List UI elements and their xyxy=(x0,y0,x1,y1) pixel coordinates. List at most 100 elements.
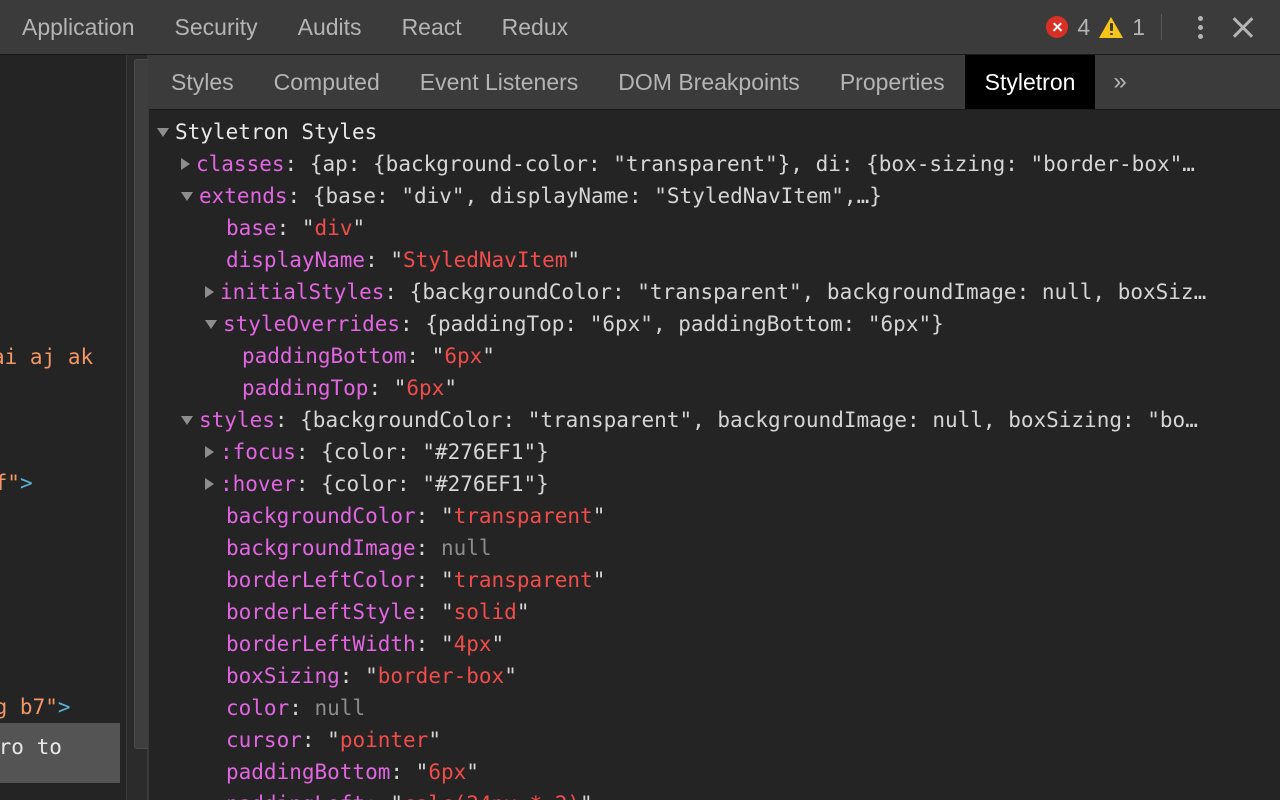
disclosure-triangle-closed-icon[interactable] xyxy=(181,158,190,170)
disclosure-triangle-closed-icon[interactable] xyxy=(205,446,214,458)
styletron-property-row[interactable]: classes: {ap: {background-color: "transp… xyxy=(149,148,1280,180)
disclosure-triangle-closed-icon[interactable] xyxy=(205,286,214,298)
value-quote: " xyxy=(440,504,454,528)
disclosure-triangle-closed-icon[interactable] xyxy=(205,478,214,490)
close-icon xyxy=(1230,14,1256,40)
styletron-property-row[interactable]: paddingTop: "6px" xyxy=(149,372,1280,404)
styletron-property-row[interactable]: styleOverrides: {paddingTop: "6px", padd… xyxy=(149,308,1280,340)
property-key: styleOverrides xyxy=(223,312,401,336)
kebab-dot xyxy=(1197,33,1203,39)
property-value-null: null xyxy=(440,536,492,560)
styletron-property-row[interactable]: paddingBottom: "6px" xyxy=(149,756,1280,788)
value-quote: " xyxy=(365,664,378,688)
styletron-property-row[interactable]: borderLeftWidth: "4px" xyxy=(149,628,1280,660)
property-object-preview: {backgroundColor: "transparent", backgro… xyxy=(409,280,1207,304)
property-key: initialStyles xyxy=(220,280,385,304)
styletron-property-row[interactable]: backgroundImage: null xyxy=(149,532,1280,564)
styletron-root-row[interactable]: Styletron Styles xyxy=(149,116,1280,148)
value-quote: " xyxy=(390,792,403,800)
property-value-string: 4px xyxy=(453,632,492,656)
property-key: borderLeftStyle xyxy=(226,600,416,624)
property-value-string: calc(24px * 2) xyxy=(403,792,580,800)
styletron-property-row[interactable]: base: "div" xyxy=(149,212,1280,244)
property-separator: : xyxy=(295,472,322,496)
error-count: 4 xyxy=(1077,13,1091,40)
styletron-property-row[interactable]: cursor: "pointer" xyxy=(149,724,1280,756)
devtools-body: ai aj ak df"> dg b7"> tro to StylesComputed… xyxy=(0,55,1280,800)
property-separator: : xyxy=(301,728,328,752)
tab-properties[interactable]: Properties xyxy=(820,55,965,109)
styletron-property-row[interactable]: borderLeftStyle: "solid" xyxy=(149,596,1280,628)
property-separator: : xyxy=(415,632,441,656)
more-tabs-chevron-icon[interactable]: » xyxy=(1095,55,1142,109)
value-quote: " xyxy=(466,760,479,784)
styletron-property-row[interactable]: backgroundColor: "transparent" xyxy=(149,500,1280,532)
value-quote: " xyxy=(440,600,454,624)
property-key: :hover xyxy=(220,472,296,496)
value-quote: " xyxy=(393,376,407,400)
property-key: backgroundImage xyxy=(226,536,416,560)
property-value-string: transparent xyxy=(453,568,593,592)
property-key: paddingLeft xyxy=(226,792,365,800)
panel-tab-audits[interactable]: Audits xyxy=(278,0,382,54)
kebab-menu-icon[interactable] xyxy=(1180,7,1220,47)
value-quote: " xyxy=(352,216,366,240)
property-separator: : xyxy=(384,280,410,304)
kebab-dot xyxy=(1197,15,1203,21)
value-quote: " xyxy=(428,728,441,752)
close-devtools-button[interactable] xyxy=(1220,6,1266,48)
elements-tree-pane[interactable]: ai aj ak df"> dg b7"> tro to xyxy=(0,55,148,800)
property-value-string: 6px xyxy=(428,760,467,784)
styletron-property-row[interactable]: extends: {base: "div", displayName: "Sty… xyxy=(149,180,1280,212)
tab-styles[interactable]: Styles xyxy=(149,55,254,109)
issue-counters[interactable]: 4 1 xyxy=(1046,13,1161,40)
value-quote: " xyxy=(491,632,505,656)
styletron-property-row[interactable]: :hover: {color: "#276EF1"} xyxy=(149,468,1280,500)
devtools-main-toolbar: Application Security Audits React Redux 4 1 xyxy=(0,0,1280,55)
panel-tab-react[interactable]: React xyxy=(382,0,482,54)
styletron-property-row[interactable]: displayName: "StyledNavItem" xyxy=(149,244,1280,276)
styletron-property-row[interactable]: color: null xyxy=(149,692,1280,724)
tab-event-listeners[interactable]: Event Listeners xyxy=(400,55,599,109)
dom-tree-line[interactable]: df"> xyxy=(0,467,33,499)
property-object-preview: {backgroundColor: "transparent", backgro… xyxy=(300,408,1198,432)
panel-tab-application[interactable]: Application xyxy=(0,0,155,54)
styletron-property-row[interactable]: paddingLeft: "calc(24px * 2)" xyxy=(149,788,1280,800)
styletron-styles-tree[interactable]: Styletron Styles classes: {ap: {backgroun… xyxy=(149,110,1280,800)
tab-computed[interactable]: Computed xyxy=(254,55,400,109)
dom-tree-line[interactable]: dg b7"> xyxy=(0,691,71,723)
styletron-property-row[interactable]: boxSizing: "border-box" xyxy=(149,660,1280,692)
property-separator: : xyxy=(287,184,313,208)
disclosure-triangle-open-icon[interactable] xyxy=(157,127,169,137)
vertical-scrollbar-thumb[interactable] xyxy=(134,59,148,749)
disclosure-triangle-open-icon[interactable] xyxy=(181,415,193,425)
value-quote: " xyxy=(415,760,429,784)
styletron-property-row[interactable]: initialStyles: {backgroundColor: "transp… xyxy=(149,276,1280,308)
disclosure-triangle-open-icon[interactable] xyxy=(205,319,217,329)
disclosure-triangle-open-icon[interactable] xyxy=(181,191,193,201)
property-value-string: div xyxy=(314,216,353,240)
sidebar-tabs: Styles Computed Event Listeners DOM Breakpo… xyxy=(149,55,1280,110)
property-separator: : xyxy=(390,760,416,784)
panel-tab-security[interactable]: Security xyxy=(155,0,278,54)
styletron-property-row[interactable]: :focus: {color: "#276EF1"} xyxy=(149,436,1280,468)
property-separator: : xyxy=(415,568,441,592)
property-separator: : xyxy=(415,536,441,560)
styletron-root-label: Styletron Styles xyxy=(175,120,378,144)
dom-tree-line[interactable]: ai aj ak xyxy=(0,341,93,373)
tab-styletron[interactable]: Styletron xyxy=(964,55,1096,109)
styletron-property-row[interactable]: borderLeftColor: "transparent" xyxy=(149,564,1280,596)
vertical-scrollbar-track[interactable] xyxy=(126,55,148,800)
styletron-property-row[interactable]: styles: {backgroundColor: "transparent",… xyxy=(149,404,1280,436)
styletron-property-row[interactable]: paddingBottom: "6px" xyxy=(149,340,1280,372)
property-key: styles xyxy=(199,408,275,432)
tab-dom-breakpoints[interactable]: DOM Breakpoints xyxy=(598,55,820,109)
panel-tab-redux[interactable]: Redux xyxy=(482,0,588,54)
